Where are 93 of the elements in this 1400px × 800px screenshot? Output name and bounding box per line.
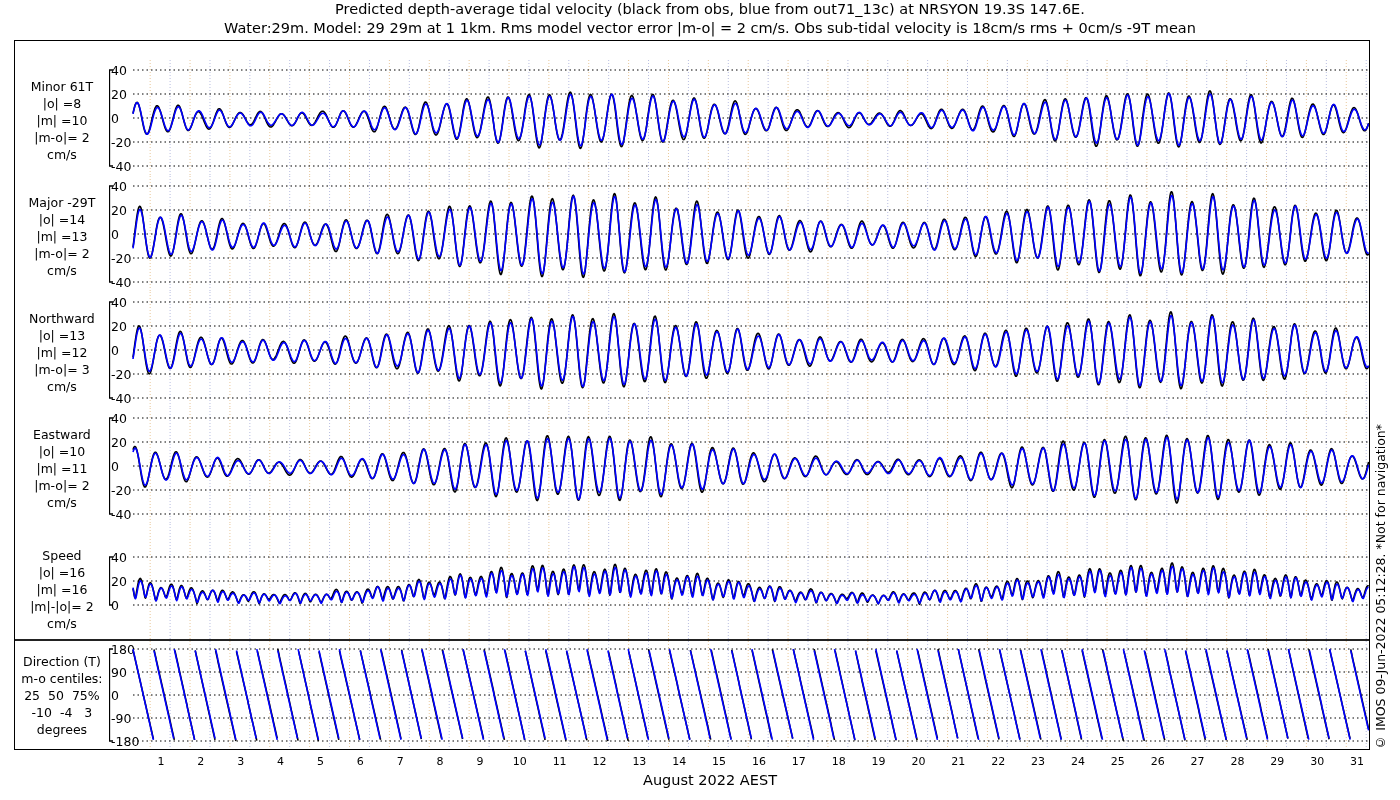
axis-tick-label: 1 (157, 755, 165, 768)
axis-tick-label: 3 (237, 755, 245, 768)
axis-tick-label: 14 (672, 755, 687, 768)
panel-label: |m| =10 (36, 112, 88, 129)
axis-tick-label: 9 (476, 755, 484, 768)
axis-tick-label: 23 (1031, 755, 1046, 768)
axis-tick-label: 0 (110, 342, 119, 358)
panel-label: |o| =16 (38, 564, 86, 581)
axis-tick-label: 20 (110, 573, 127, 589)
axis-tick-label: 0 (110, 687, 119, 703)
axis-tick-label: -40 (110, 390, 132, 406)
axis-tick-label: 7 (396, 755, 404, 768)
axis-tick-label: 40 (110, 62, 127, 78)
axis-tick-label: 10 (512, 755, 527, 768)
panel-label: |m-o|= 2 (34, 129, 90, 146)
axis-tick-label: 29 (1270, 755, 1285, 768)
axis-tick-label: 40 (110, 549, 127, 565)
axis-tick-label: -90 (110, 710, 132, 726)
axis-tick-label: 20 (110, 86, 127, 102)
axis-tick-label: 27 (1190, 755, 1205, 768)
axis-tick-label: 8 (436, 755, 444, 768)
axis-tick-label: 4 (277, 755, 285, 768)
axis-tick-label: -20 (110, 366, 132, 382)
axis-tick-label: 25 (1110, 755, 1125, 768)
panel-label: |m| =12 (36, 344, 88, 361)
axis-tick-label: 22 (991, 755, 1006, 768)
axis-tick-label: 90 (110, 664, 127, 680)
axis-tick-label: -20 (110, 134, 132, 150)
axis-tick-label: -180 (110, 733, 140, 748)
axis-tick-label: 19 (871, 755, 886, 768)
credit-text: © IMOS 09-Jun-2022 05:12:28. *Not for navigation* (1372, 424, 1388, 750)
panel-label: |m-o|= 2 (34, 477, 90, 494)
axis-tick-label: 21 (951, 755, 966, 768)
axis-tick-label: -20 (110, 482, 132, 498)
axis-tick-label: 30 (1310, 755, 1325, 768)
axis-tick-label: 12 (592, 755, 607, 768)
axis-tick-label: 40 (110, 178, 127, 194)
axis-tick-label: 20 (110, 434, 127, 450)
panel-label: |o| =10 (38, 443, 86, 460)
panel-label: |m| =11 (36, 460, 88, 477)
chart-title: Water:29m. Model: 29 29m at 1 1km. Rms model vector error |m-o| = 2 cm/s. Obs sub-tidal velocity is 18cm/s rms + 0cm/s -9T mean (224, 19, 1196, 38)
panel-label: |m| =13 (36, 228, 88, 245)
panel-label: cm/s (47, 494, 77, 511)
axis-tick-label: -20 (110, 250, 132, 266)
panel-label: cm/s (47, 146, 77, 163)
panel-label: Direction (T) (23, 653, 101, 670)
panel-label: cm/s (47, 615, 77, 632)
axis-tick-label: 5 (316, 755, 324, 768)
axis-tick-label: 6 (356, 755, 364, 768)
panel-label: -10 -4 3 (31, 704, 93, 721)
panel-label: Major -29T (28, 194, 96, 211)
axis-tick-label: 0 (110, 597, 119, 613)
axis-tick-label: 0 (110, 110, 119, 126)
axis-tick-label: 28 (1230, 755, 1245, 768)
panel-label: degrees (36, 721, 88, 738)
axis-tick-label: 26 (1150, 755, 1165, 768)
axis-tick-label: -40 (110, 274, 132, 290)
axis-tick-label: 20 (110, 318, 127, 334)
panel-label: Minor 61T (30, 78, 94, 95)
axis-tick-label: 2 (197, 755, 205, 768)
axis-tick-label: 0 (110, 458, 119, 474)
axis-tick-label: 17 (791, 755, 806, 768)
x-axis-label: August 2022 AEST (643, 772, 777, 788)
panel-label: m-o centiles: (21, 670, 103, 687)
axis-tick-label: 20 (911, 755, 926, 768)
axis-tick-label: 40 (110, 294, 127, 310)
panel-label: |m-o|= 3 (34, 361, 90, 378)
axis-tick-label: 18 (831, 755, 846, 768)
axis-tick-label: 20 (110, 202, 127, 218)
panel-label: |o| =14 (38, 211, 86, 228)
chart-title: Predicted depth-average tidal velocity (black from obs, blue from out71_13c) at NRSYON 19.3S 147.6E. (335, 0, 1085, 19)
axis-tick-label: 0 (110, 226, 119, 242)
axis-tick-label: 16 (752, 755, 766, 768)
panel-label: Eastward (33, 426, 91, 443)
axis-tick-label: 13 (632, 755, 647, 768)
axis-tick-label: -40 (110, 506, 132, 522)
panel-label: |o| =8 (42, 95, 82, 112)
axis-tick-label: 180 (110, 641, 135, 657)
axis-tick-label: 24 (1070, 755, 1085, 768)
panel-label: |m|-|o|= 2 (30, 598, 94, 615)
panel-label: |m-o|= 2 (34, 245, 90, 262)
axis-tick-label: -40 (110, 158, 132, 174)
panel-label: Northward (29, 310, 95, 327)
panel-label: cm/s (47, 378, 77, 395)
axis-tick-label: 15 (712, 755, 727, 768)
panel-label: cm/s (47, 262, 77, 279)
panel-label: 25 50 75% (24, 687, 100, 704)
axis-tick-label: 40 (110, 410, 127, 426)
panel-label: |o| =13 (38, 327, 86, 344)
axis-tick-label: 31 (1350, 755, 1365, 768)
axis-tick-label: 11 (552, 755, 567, 768)
panel-label: Speed (42, 547, 82, 564)
panel-label: |m| =16 (36, 581, 88, 598)
